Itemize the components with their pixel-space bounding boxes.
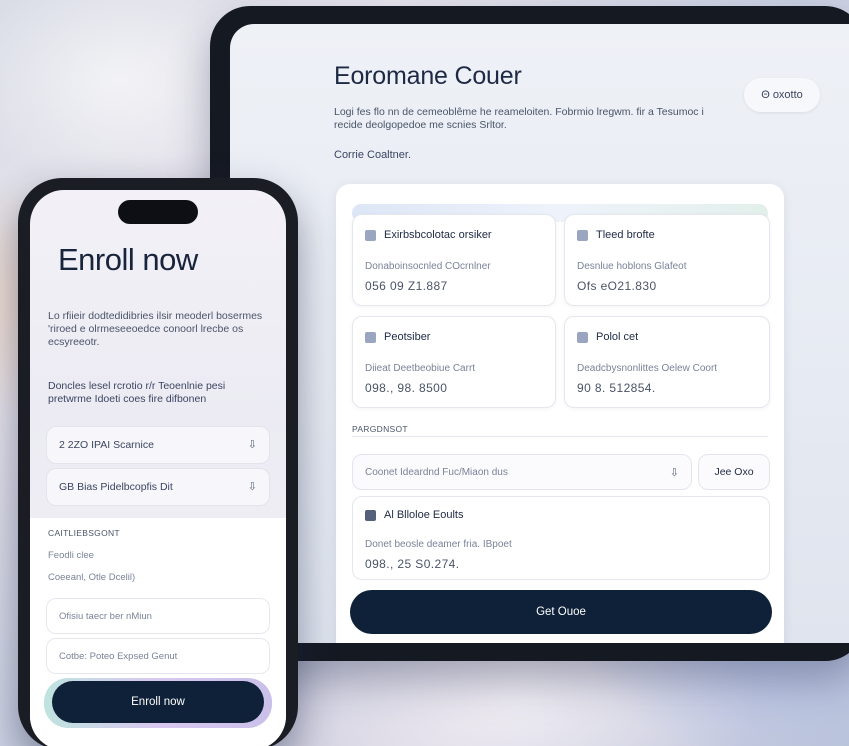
course-select[interactable]: 2 2ZO IPAI Scarnice ⇩ — [46, 426, 270, 464]
info-card[interactable]: Exirbsbcolotac orsiker Donaboinsocnled C… — [352, 214, 556, 306]
info-card[interactable]: Tleed brofte Desnlue hoblons Glafeot Ofs… — [564, 214, 770, 306]
enroll-now-button[interactable]: Enroll now — [52, 681, 264, 723]
section-label: CAITLIEBSGONT — [48, 528, 120, 538]
card-value: 098., 98. 8500 — [365, 381, 448, 395]
card-title: Peotsiber — [384, 331, 431, 343]
page-title: Eoromane Couer — [334, 62, 522, 90]
info-card[interactable]: Polol cet Deadcbysnonlittes Oelew Coort … — [564, 316, 770, 408]
phone-notch — [118, 200, 198, 224]
card-value: Ofs eO21.830 — [577, 279, 657, 293]
enroll-description: Lo rfiieir dodtedidibries ilsir meoderl … — [48, 310, 263, 348]
option-select[interactable]: GB Bias Pidelbcopfis Dit ⇩ — [46, 468, 270, 506]
divider — [352, 436, 768, 437]
top-right-button[interactable]: Θ oxotto — [744, 78, 820, 112]
enroll-title: Enroll now — [58, 242, 198, 277]
card-title: Tleed brofte — [596, 229, 655, 241]
card-value: 90 8. 512854. — [577, 381, 656, 395]
text-input[interactable]: Cotbe: Poteo Expsed Genut — [46, 638, 270, 674]
tablet-device: Eoromane Couer Logi fes flo nn de cemeob… — [210, 6, 849, 661]
course-panel: Exirbsbcolotac orsiker Donaboinsocnled C… — [336, 184, 784, 643]
card-title: Polol cet — [596, 331, 639, 343]
card-label: Desnlue hoblons Glafeot — [577, 261, 687, 272]
download-icon: ⇩ — [669, 467, 679, 479]
info-card[interactable]: Peotsiber Diieat Deetbeobiue Carrt 098.,… — [352, 316, 556, 408]
summary-label: Donet beosle deamer fria. IBpoet — [365, 539, 512, 550]
option-select-value: GB Bias Pidelbcopfis Dit — [59, 481, 173, 493]
page-description: Logi fes flo nn de cemeoblême he reamelo… — [334, 106, 704, 131]
get-quote-button[interactable]: Get Ouoe — [350, 590, 772, 634]
text-input-value: Ofisiu taecr ber nMiun — [59, 610, 152, 622]
section-label: PARGDNSOT — [352, 424, 408, 434]
text-input[interactable]: Ofisiu taecr ber nMiun — [46, 598, 270, 634]
summary-card[interactable]: Al Blloloe Eoults Donet beosle deamer fr… — [352, 496, 770, 580]
chart-icon — [365, 509, 376, 521]
download-icon: ⇩ — [247, 439, 257, 451]
summary-title: Al Blloloe Eoults — [384, 509, 464, 521]
card-label: Deadcbysnonlittes Oelew Coort — [577, 363, 718, 374]
card-title: Exirbsbcolotac orsiker — [384, 229, 492, 241]
card-icon — [365, 331, 376, 343]
summary-value: 098., 25 S0.274. — [365, 557, 460, 571]
phone-screen: Enroll now Lo rfiieir dodtedidibries ils… — [30, 190, 286, 746]
phone-device: Enroll now Lo rfiieir dodtedidibries ils… — [18, 178, 298, 746]
tablet-screen: Eoromane Couer Logi fes flo nn de cemeob… — [230, 24, 849, 643]
card-value: 056 09 Z1.887 — [365, 279, 448, 293]
card-icon — [365, 229, 376, 241]
page-subtitle: Corrie Coaltner. — [334, 149, 412, 161]
course-select-value: 2 2ZO IPAI Scarnice — [59, 439, 154, 451]
secondary-button[interactable]: Jee Oxo — [698, 454, 770, 490]
field-caption: Feodli clee — [48, 550, 94, 561]
select-input[interactable]: Coonet Ideardnd Fuc/Miaon dus ⇩ — [352, 454, 692, 490]
select-value: Coonet Ideardnd Fuc/Miaon dus — [365, 466, 508, 478]
card-label: Donaboinsocnled COcrnlner — [365, 261, 491, 272]
card-icon — [577, 229, 588, 241]
card-label: Diieat Deetbeobiue Carrt — [365, 363, 476, 374]
text-input-value: Cotbe: Poteo Expsed Genut — [59, 650, 178, 662]
card-icon — [577, 331, 588, 343]
download-icon: ⇩ — [247, 481, 257, 493]
enroll-description-secondary: Doncles lesel rcrotio r/r Teoenlnie pesi… — [48, 380, 226, 405]
field-caption: Coeeanl, Otle Dcelil) — [48, 572, 136, 583]
